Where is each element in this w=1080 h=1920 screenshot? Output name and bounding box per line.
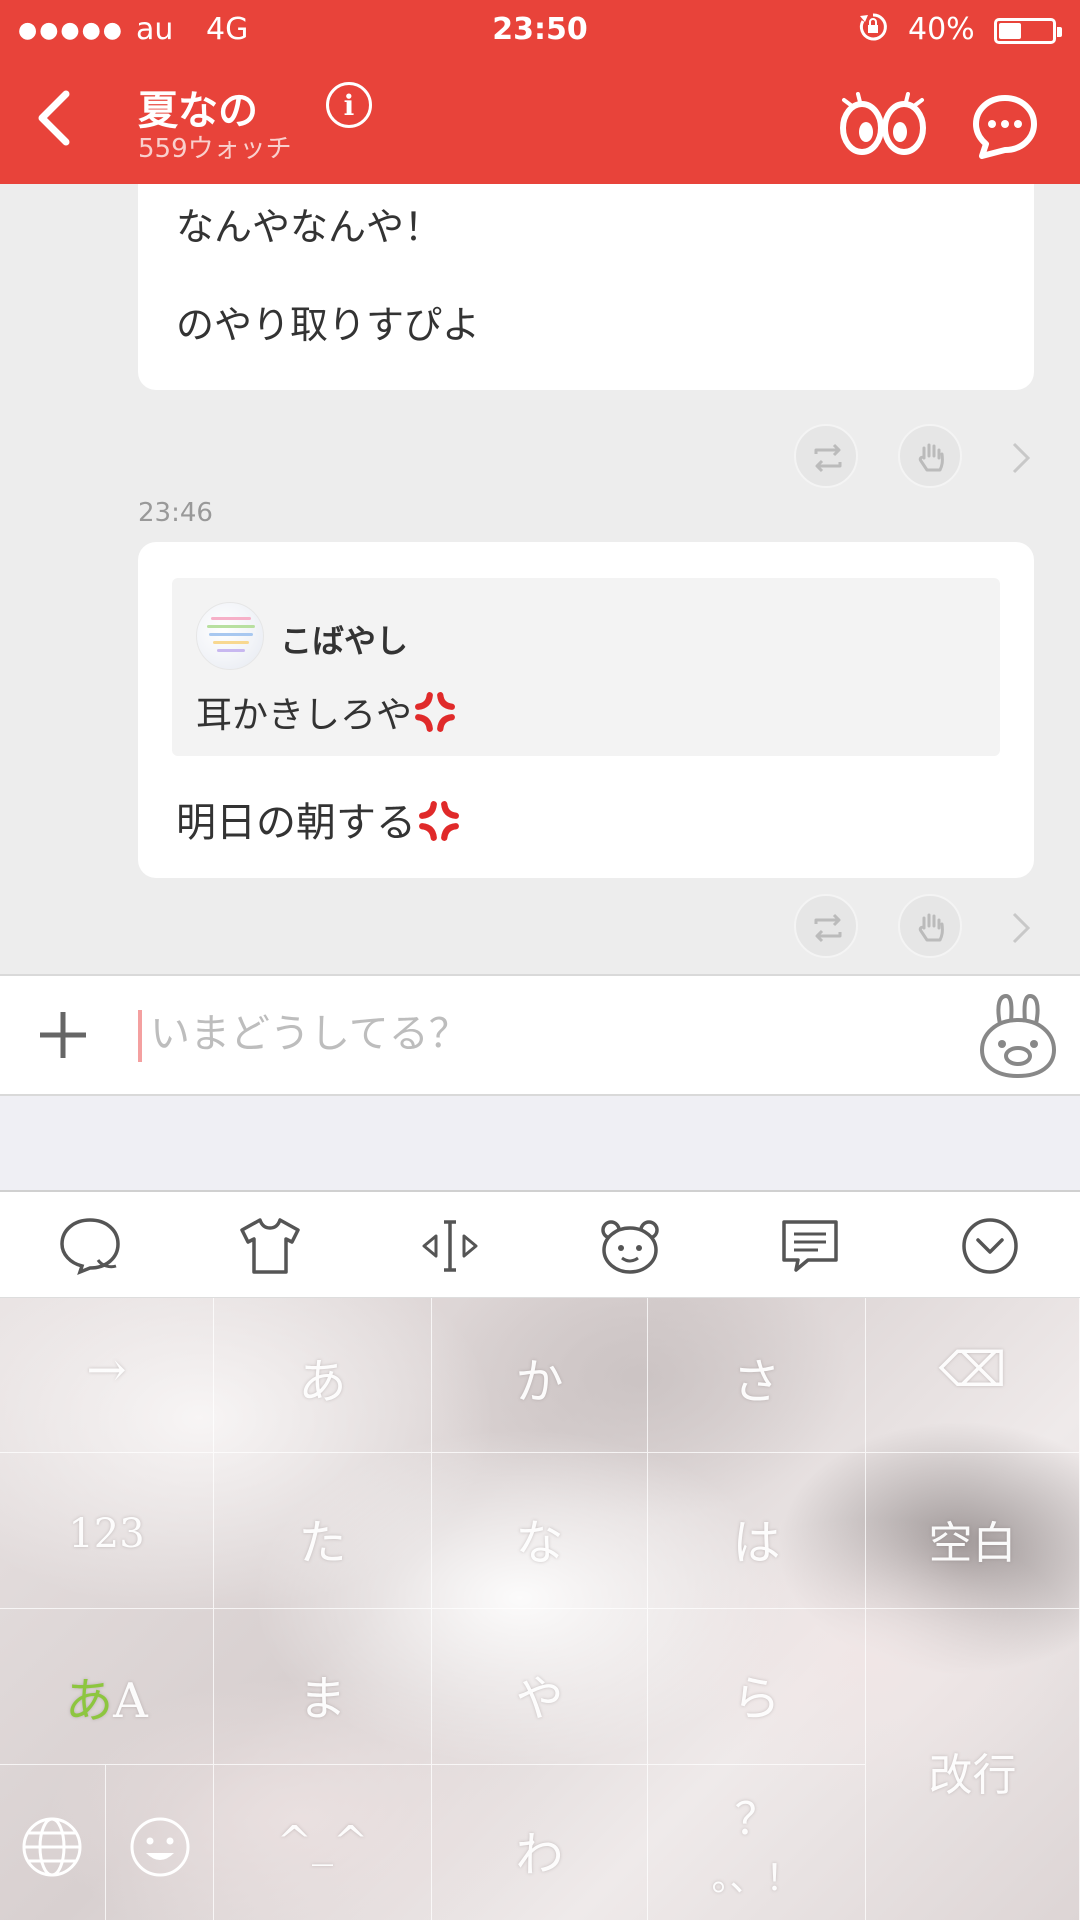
key-ta[interactable]: た [214,1453,432,1609]
battery-percent: 40% [908,12,975,47]
battery-icon [994,18,1062,44]
key-ra[interactable]: ら [648,1609,866,1765]
enter-key[interactable]: 改行 [866,1609,1080,1920]
key-na[interactable]: な [432,1453,648,1609]
key-ka[interactable]: か [432,1298,648,1453]
status-bar: ●●●●● au 4G 23:50 40% [0,0,1080,60]
space-key[interactable]: 空白 [866,1453,1080,1609]
keyboard-toolbar [0,1192,1080,1298]
chat-thread[interactable]: なんやなんや！ のやり取りすぴよ 23:46 こばやし 耳かきしろや 明日の朝す… [0,184,1080,974]
cursor-move-icon[interactable] [418,1216,482,1276]
message-timestamp: 23:46 [138,498,213,528]
info-icon: i [343,89,355,122]
repost-button[interactable] [794,894,858,958]
message-text: 明日の朝する [176,790,460,848]
key-a[interactable]: あ [214,1298,432,1453]
message-text: なんやなんや！ [176,205,443,249]
key-sa[interactable]: さ [648,1298,866,1453]
message-icon[interactable] [778,1216,842,1276]
tshirt-icon[interactable] [238,1216,302,1276]
eyes-icon [840,92,926,155]
smiley-icon [130,1817,190,1877]
repost-button[interactable] [794,424,858,488]
message-actions [0,424,1080,494]
key-kaomoji[interactable]: ^_^ [214,1765,432,1920]
anger-emoji-icon [415,692,455,732]
key-numbers[interactable]: 123 [0,1453,214,1609]
bunny-sticker-icon[interactable] [978,994,1058,1080]
message-bubble[interactable]: こばやし 耳かきしろや 明日の朝する [138,542,1034,878]
plus-icon[interactable] [36,1008,90,1062]
rotation-lock-icon [858,12,888,49]
key-punctuation[interactable]: ？ 。、！ [648,1765,866,1920]
speech-bubble-dots-icon [973,95,1037,159]
hand-icon [918,913,944,942]
watch-button[interactable] [838,92,928,162]
chevron-right-icon[interactable] [1006,908,1036,948]
globe-icon [22,1817,82,1877]
message-bubble[interactable]: なんやなんや！ のやり取りすぴよ [138,184,1034,390]
key-input-mode[interactable]: あA [0,1609,214,1765]
repost-icon [814,443,842,473]
text-caret [138,1010,142,1062]
message-input[interactable] [150,1002,950,1066]
key-ha[interactable]: は [648,1453,866,1609]
key-cursor-right[interactable]: → [0,1298,214,1453]
message-composer [0,974,1080,1096]
repost-icon [814,913,842,943]
message-text: のやり取りすぴよ [176,303,481,347]
key-ma[interactable]: ま [214,1609,432,1765]
info-button[interactable]: i [326,82,372,128]
anger-emoji-icon [419,801,459,841]
speech-bubble-icon[interactable] [58,1216,122,1276]
backspace-icon: ⌫ [938,1342,1007,1398]
clap-button[interactable] [898,894,962,958]
avatar [196,602,264,670]
emoji-key[interactable] [106,1765,214,1920]
chevron-left-icon [38,90,70,146]
suggestion-bar [0,1096,1080,1192]
header-bar: ●●●●● au 4G 23:50 40% 夏なの 559ウォッチ i [0,0,1080,184]
bear-face-icon[interactable] [598,1216,662,1276]
keyboard: → あ か さ ⌫ 123 た な は 空白 あA ま や ら 改行 ^_^ わ… [0,1298,1080,1920]
quoted-text: 耳かきしろや [196,686,456,738]
hand-icon [918,443,944,472]
clap-button[interactable] [898,424,962,488]
collapse-icon[interactable] [958,1216,1022,1276]
chevron-right-icon[interactable] [1006,438,1036,478]
back-button[interactable] [30,88,82,148]
backspace-key[interactable]: ⌫ [866,1298,1080,1453]
key-ya[interactable]: や [432,1609,648,1765]
globe-key[interactable] [0,1765,106,1920]
quoted-message[interactable]: こばやし 耳かきしろや [172,578,1000,756]
key-wa[interactable]: わ [432,1765,648,1920]
message-actions [0,894,1080,964]
watch-count: 559ウォッチ [138,134,292,164]
quoted-author: こばやし [280,622,409,660]
comment-button[interactable] [970,92,1040,162]
